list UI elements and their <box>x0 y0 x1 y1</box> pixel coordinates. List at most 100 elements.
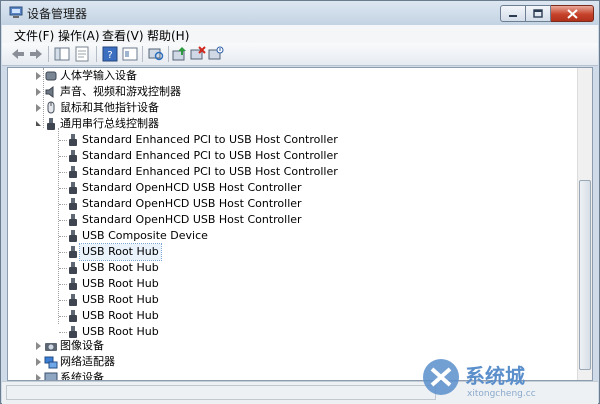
tree-device-item[interactable]: USB Root Hub <box>8 292 568 308</box>
tree-device-item[interactable]: USB Root Hub <box>8 308 568 324</box>
show-hide-console-tree-icon[interactable] <box>54 46 70 62</box>
tree-device-label: USB Root Hub <box>82 261 159 274</box>
system-icon <box>44 372 58 380</box>
tree-device-item[interactable]: Standard Enhanced PCI to USB Host Contro… <box>8 164 568 180</box>
update-driver-icon[interactable] <box>172 46 188 62</box>
tree-category-sound[interactable]: 声音、视频和游戏控制器 <box>8 84 568 100</box>
tree-category-label: 系统设备 <box>60 371 104 380</box>
menu-help[interactable]: 帮助(H) <box>147 27 189 44</box>
caption-buttons <box>500 5 594 23</box>
tree-device-item[interactable]: Standard Enhanced PCI to USB Host Contro… <box>8 132 568 148</box>
tree-device-label: Standard OpenHCD USB Host Controller <box>82 213 302 226</box>
expand-arrow-icon[interactable] <box>36 72 41 80</box>
properties-icon[interactable] <box>74 46 90 62</box>
tree-category-usb[interactable]: 通用串行总线控制器 <box>8 116 568 132</box>
vertical-scrollbar[interactable] <box>577 68 592 380</box>
expand-arrow-icon[interactable] <box>36 342 41 350</box>
usb-device-icon <box>69 134 77 146</box>
forward-icon[interactable] <box>28 46 44 62</box>
network-icon <box>44 356 58 369</box>
status-panel <box>6 385 436 400</box>
usb-device-icon <box>69 262 77 274</box>
tree-category-mouse[interactable]: 鼠标和其他指针设备 <box>8 100 568 116</box>
disable-icon[interactable] <box>208 46 224 62</box>
tree-device-item[interactable]: USB Root Hub <box>8 276 568 292</box>
toolbar: ? <box>2 43 598 66</box>
mouse-icon <box>47 101 55 114</box>
tree-category-label: 人体学输入设备 <box>60 69 137 82</box>
tree-device-item[interactable]: Standard OpenHCD USB Host Controller <box>8 212 568 228</box>
menu-view[interactable]: 查看(V) <box>102 27 144 44</box>
uninstall-icon[interactable] <box>190 46 206 62</box>
xitongcheng-logo: 系统城 xitongcheng.cc <box>423 359 536 399</box>
usb-device-icon <box>69 294 77 306</box>
title-bar: 设备管理器 <box>1 1 599 25</box>
close-icon <box>566 8 578 19</box>
toolbar-separator <box>48 46 49 62</box>
expand-arrow-icon[interactable] <box>36 374 41 380</box>
back-icon[interactable] <box>10 46 26 62</box>
expand-arrow-icon[interactable] <box>36 104 41 112</box>
tree-device-label: USB Root Hub <box>79 243 162 261</box>
collapse-arrow-icon[interactable] <box>36 121 41 126</box>
minimize-button[interactable] <box>500 5 526 22</box>
usb-device-icon <box>69 230 77 242</box>
tree-device-label: USB Root Hub <box>82 277 159 290</box>
usb-device-icon <box>69 326 77 338</box>
imaging-icon <box>45 343 57 351</box>
expand-arrow-icon[interactable] <box>36 358 41 366</box>
view-icon[interactable] <box>122 46 138 62</box>
maximize-button[interactable] <box>526 5 551 22</box>
usb-device-icon <box>69 214 77 226</box>
tree-category-label: 通用串行总线控制器 <box>60 117 159 130</box>
tree-category-label: 图像设备 <box>60 339 104 352</box>
tree-device-item[interactable]: USB Composite Device <box>8 228 568 244</box>
toolbar-separator <box>168 46 169 62</box>
tree-device-label: USB Root Hub <box>82 293 159 306</box>
tree-category-label: 声音、视频和游戏控制器 <box>60 85 181 98</box>
expand-arrow-icon[interactable] <box>36 88 41 96</box>
device-tree: 人体学输入设备 声音、视频和游戏控制器 鼠标和其他指针设备 通用串行总线控制器 … <box>8 68 578 380</box>
toolbar-separator <box>142 46 143 62</box>
menu-file[interactable]: 文件(F) <box>14 27 54 44</box>
minimize-icon <box>509 14 517 17</box>
tree-category-label: 网络适配器 <box>60 355 115 368</box>
device-manager-window: 设备管理器 文件(F) 操作(A) 查看(V) 帮助(H) ? 人体学输入设备 … <box>0 0 600 404</box>
menu-action[interactable]: 操作(A) <box>58 27 100 44</box>
tree-device-label: USB Composite Device <box>82 229 208 242</box>
usb-device-icon <box>69 278 77 290</box>
sound-icon <box>45 86 54 98</box>
tree-category-hid[interactable]: 人体学输入设备 <box>8 68 568 84</box>
hid-icon <box>45 71 57 81</box>
maximize-icon <box>533 9 543 18</box>
tree-device-label: Standard Enhanced PCI to USB Host Contro… <box>82 165 338 178</box>
svg-text:系统城: 系统城 <box>465 364 525 388</box>
close-button[interactable] <box>551 5 594 22</box>
toolbar-separator <box>96 46 97 62</box>
scan-hardware-icon[interactable] <box>148 46 164 62</box>
tree-device-item[interactable]: Standard OpenHCD USB Host Controller <box>8 180 568 196</box>
tree-device-item[interactable]: USB Root Hub <box>8 260 568 276</box>
menu-bar: 文件(F) 操作(A) 查看(V) 帮助(H) <box>2 25 598 43</box>
tree-category-imaging[interactable]: 图像设备 <box>8 338 568 354</box>
tree-device-label: Standard OpenHCD USB Host Controller <box>82 181 302 194</box>
svg-text:xitongcheng.cc: xitongcheng.cc <box>467 389 536 399</box>
tree-device-item[interactable]: Standard OpenHCD USB Host Controller <box>8 196 568 212</box>
tree-device-item[interactable]: Standard Enhanced PCI to USB Host Contro… <box>8 148 568 164</box>
tree-device-label: Standard OpenHCD USB Host Controller <box>82 197 302 210</box>
usb-device-icon <box>69 310 77 322</box>
tree-device-label: Standard Enhanced PCI to USB Host Contro… <box>82 133 338 146</box>
usb-device-icon <box>69 166 77 178</box>
usb-device-icon <box>69 198 77 210</box>
device-tree-pane[interactable]: 人体学输入设备 声音、视频和游戏控制器 鼠标和其他指针设备 通用串行总线控制器 … <box>7 67 593 381</box>
help-icon[interactable]: ? <box>102 46 118 62</box>
usb-device-icon <box>69 150 77 162</box>
tree-category-label: 鼠标和其他指针设备 <box>60 101 159 114</box>
svg-text:?: ? <box>107 50 112 61</box>
usb-device-icon <box>69 246 77 258</box>
tree-device-label: USB Root Hub <box>82 309 159 322</box>
tree-device-label: Standard Enhanced PCI to USB Host Contro… <box>82 149 338 162</box>
tree-device-selected[interactable]: USB Root Hub <box>8 243 568 261</box>
scrollbar-thumb[interactable] <box>579 180 591 370</box>
usb-device-icon <box>69 182 77 194</box>
